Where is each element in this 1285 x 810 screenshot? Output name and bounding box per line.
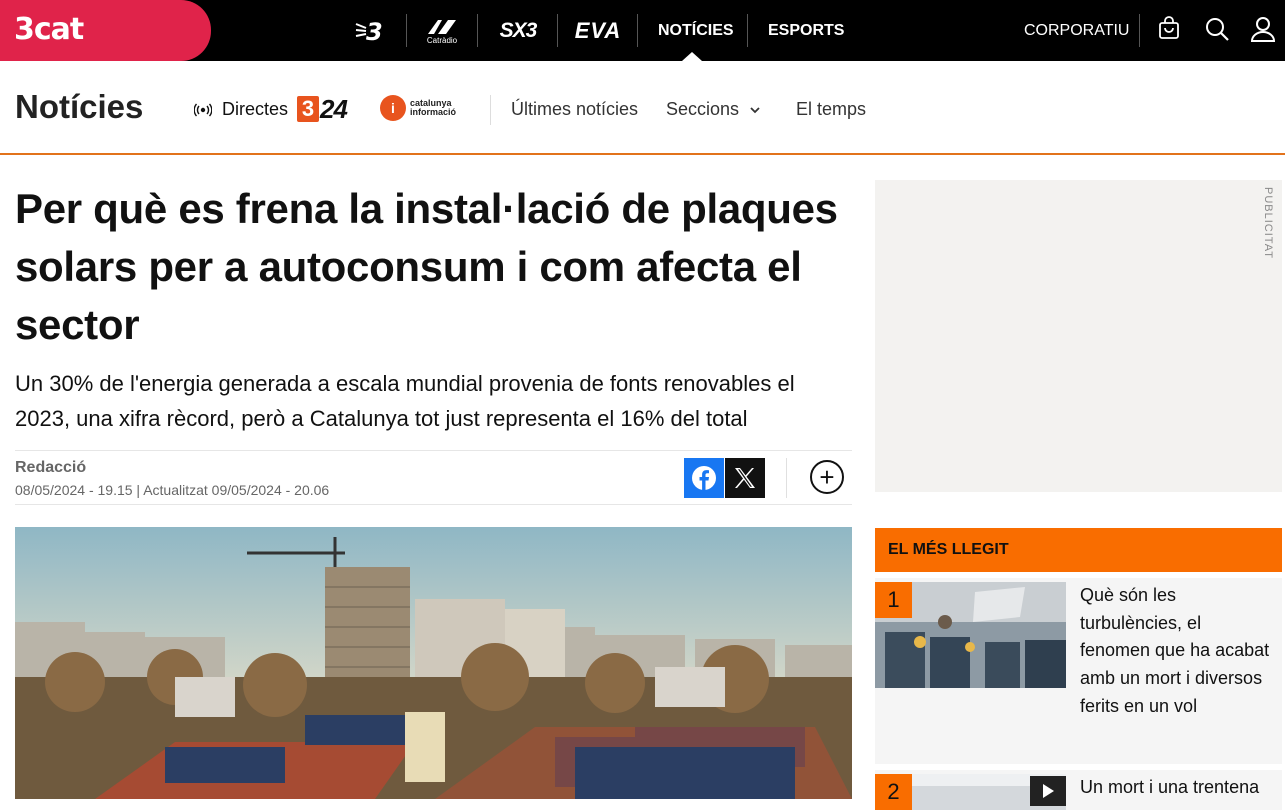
catradio-icon	[428, 20, 456, 34]
catinfo-text: catalunya informació	[410, 99, 456, 117]
channel-divider	[477, 14, 478, 47]
logo-catalunya-informacio[interactable]: i catalunya informació	[380, 95, 456, 121]
share-divider	[786, 458, 787, 498]
x-twitter-icon	[735, 468, 755, 488]
most-read-rank: 2	[875, 774, 912, 810]
tv3-icon: 3	[355, 18, 383, 44]
chevron-down-icon	[750, 106, 760, 113]
channel-sx3-logo[interactable]: SX3	[492, 0, 544, 61]
play-icon	[1043, 784, 1054, 798]
channel-divider	[406, 14, 407, 47]
eva-label: EVA	[574, 17, 622, 43]
advertisement-slot[interactable]	[875, 180, 1282, 492]
channel-eva-logo[interactable]: EVA	[572, 0, 624, 61]
seccions-label: Seccions	[666, 99, 740, 119]
channel-tv3-logo[interactable]: 3	[350, 0, 392, 61]
el-temps-link[interactable]: El temps	[796, 99, 866, 120]
catradio-label: Catràdio	[426, 36, 458, 45]
most-read-header: EL MÉS LLEGIT	[875, 528, 1282, 572]
logo-324-three: 3	[297, 96, 319, 122]
channel-divider	[747, 14, 748, 47]
catinfo-mark-icon: i	[380, 95, 406, 121]
article-dates: 08/05/2024 - 19.15 | Actualitzat 09/05/2…	[15, 482, 330, 498]
channel-divider	[557, 14, 558, 47]
directes-label: Directes	[222, 99, 289, 119]
svg-text:3: 3	[366, 18, 383, 44]
brand-logo-3cat[interactable]: 3cat	[0, 0, 211, 61]
nav-corporatiu[interactable]: CORPORATIU	[1024, 0, 1129, 61]
meta-divider	[15, 504, 852, 505]
live-broadcast-icon	[194, 103, 212, 116]
cart-icon[interactable]	[1156, 16, 1182, 42]
seccions-dropdown[interactable]: Seccions	[666, 99, 761, 120]
most-read-rank: 1	[875, 582, 912, 618]
channel-catradio-logo[interactable]: Catràdio	[420, 0, 464, 61]
ultimes-noticies-link[interactable]: Últimes notícies	[511, 99, 638, 120]
catinfo-line2: informació	[410, 107, 457, 117]
search-icon[interactable]	[1204, 16, 1230, 42]
article-headline: Per què es frena la instal·lació de plaq…	[15, 185, 838, 348]
section-title[interactable]: Notícies	[15, 88, 143, 126]
header-divider	[490, 95, 491, 125]
most-read-item[interactable]: 2 Un mort i una trentena	[875, 770, 1282, 810]
nav-divider	[1139, 14, 1140, 47]
top-bar: 3cat 3 Catràdio SX3 EVA NOTÍCIES ESPORTS…	[0, 0, 1285, 61]
share-facebook-button[interactable]	[684, 458, 724, 498]
play-video-button[interactable]	[1030, 776, 1066, 806]
logo-324-text: 24	[320, 93, 348, 124]
ad-label: PUBLICITAT	[1262, 187, 1274, 259]
brand-logo-text: 3cat	[14, 12, 84, 47]
article-author[interactable]: Redacció	[15, 459, 86, 477]
article-subheadline: Un 30% de l'energia generada a escala mu…	[15, 371, 795, 431]
active-nav-indicator	[682, 52, 702, 61]
facebook-icon	[692, 466, 716, 490]
logo-324[interactable]: 3 24	[297, 93, 348, 124]
article-hero-image[interactable]	[15, 527, 852, 799]
sx3-label: SX3	[499, 18, 538, 42]
nav-esports[interactable]: ESPORTS	[768, 0, 844, 61]
most-read-item[interactable]: 1 Què són les turbulències, el fenomen q…	[875, 578, 1282, 764]
more-options-button[interactable]: +	[810, 460, 844, 494]
share-x-button[interactable]	[725, 458, 765, 498]
meta-divider	[15, 450, 852, 451]
section-header: Notícies Directes 3 24 i catalunya infor…	[0, 61, 1285, 155]
solar-panels-city-image	[15, 527, 852, 799]
most-read-title[interactable]: Què són les turbulències, el fenomen que…	[1080, 582, 1275, 721]
user-icon[interactable]	[1250, 16, 1276, 42]
channel-divider	[637, 14, 638, 47]
directes-link[interactable]: Directes	[194, 99, 288, 120]
most-read-title[interactable]: Un mort i una trentena	[1080, 774, 1275, 802]
